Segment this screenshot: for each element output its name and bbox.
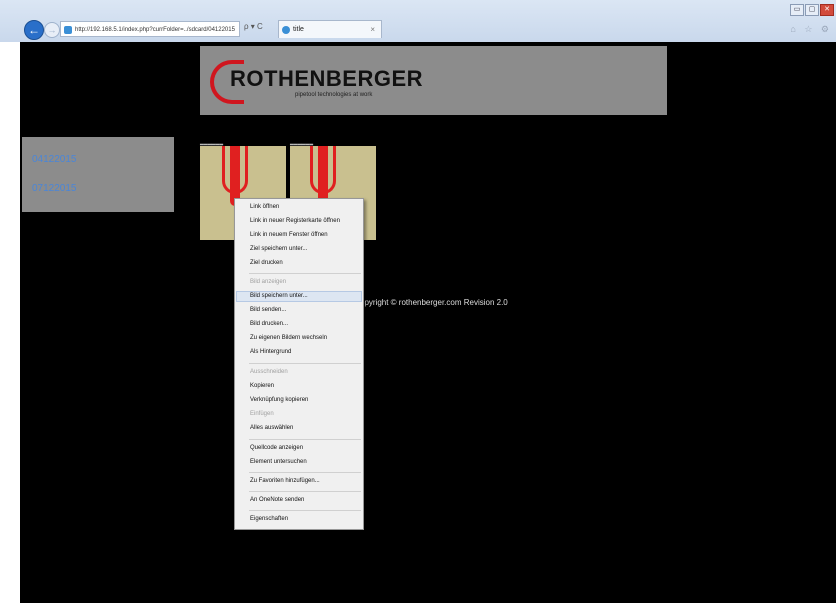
window-controls: ▭ ▢ ✕: [789, 4, 834, 16]
menu-item-kopieren[interactable]: Kopieren: [250, 383, 274, 389]
tab-close-icon[interactable]: ×: [370, 21, 375, 39]
menu-item-eigenschaften[interactable]: Eigenschaften: [250, 516, 288, 522]
menu-separator: [249, 491, 361, 492]
menu-item-link-oeffnen[interactable]: Link öffnen: [250, 204, 279, 210]
page-viewport: ROTHENBERGER pipetool technologies at wo…: [20, 42, 836, 603]
folder-link[interactable]: 07122015: [32, 183, 77, 194]
forward-button[interactable]: →: [44, 22, 60, 38]
browser-toolbar: ← → http://192.168.5.1/index.php?currFol…: [0, 0, 836, 42]
menu-item-onenote[interactable]: An OneNote senden: [250, 497, 304, 503]
brand-tagline: pipetool technologies at work: [295, 92, 373, 98]
site-icon: [64, 26, 72, 34]
menu-item-favoriten[interactable]: Zu Favoriten hinzufügen...: [250, 478, 320, 484]
menu-item-bild-drucken[interactable]: Bild drucken...: [250, 321, 288, 327]
folder-list: 04122015 07122015: [22, 137, 174, 212]
menu-item-einfuegen: Einfügen: [250, 411, 274, 417]
menu-item-link-neue-registerkarte[interactable]: Link in neuer Registerkarte öffnen: [250, 218, 340, 224]
menu-item-eigene-bilder[interactable]: Zu eigenen Bildern wechseln: [250, 335, 327, 341]
ie-icon: [282, 26, 290, 34]
menu-item-ziel-drucken[interactable]: Ziel drucken: [250, 260, 283, 266]
menu-separator: [249, 273, 361, 274]
tab-label: title: [293, 26, 304, 33]
menu-item-element-untersuchen[interactable]: Element untersuchen: [250, 459, 307, 465]
arrow-left-icon: ←: [28, 23, 40, 37]
pipe-image: [222, 146, 248, 194]
folder-link[interactable]: 04122015: [32, 154, 77, 165]
arrow-right-icon: →: [47, 25, 57, 35]
address-url: http://192.168.5.1/index.php?currFolder=…: [75, 27, 235, 33]
menu-separator: [249, 472, 361, 473]
home-star-gear-icon[interactable]: ⌂ ☆ ⚙: [790, 24, 832, 35]
menu-item-alles-auswaehlen[interactable]: Alles auswählen: [250, 425, 293, 431]
menu-item-bild-anzeigen: Bild anzeigen: [250, 279, 287, 285]
menu-item-ausschneiden: Ausschneiden: [250, 369, 288, 375]
menu-item-ziel-speichern[interactable]: Ziel speichern unter...: [250, 246, 307, 252]
back-button[interactable]: ←: [24, 20, 44, 40]
brand-logo: ROTHENBERGER: [230, 66, 424, 91]
menu-separator: [249, 439, 361, 440]
menu-item-bild-speichern[interactable]: Bild speichern unter...: [250, 293, 308, 299]
header-banner: ROTHENBERGER pipetool technologies at wo…: [200, 46, 667, 115]
pipe-image: [310, 146, 336, 194]
menu-item-verknuepfung-kopieren[interactable]: Verknüpfung kopieren: [250, 397, 308, 403]
maximize-button[interactable]: ▢: [805, 4, 819, 16]
menu-separator: [249, 510, 361, 511]
address-bar[interactable]: http://192.168.5.1/index.php?currFolder=…: [60, 21, 240, 37]
menu-item-link-neues-fenster[interactable]: Link in neuem Fenster öffnen: [250, 232, 328, 238]
tab-title[interactable]: title ×: [278, 20, 382, 38]
menu-separator: [249, 363, 361, 364]
copyright-text: opyright © rothenberger.com Revision 2.0: [360, 298, 508, 307]
menu-item-quellcode[interactable]: Quellcode anzeigen: [250, 445, 303, 451]
search-refresh-icon[interactable]: ρ ▾ C: [244, 22, 263, 31]
close-window-button[interactable]: ✕: [820, 4, 834, 16]
menu-item-als-hintergrund[interactable]: Als Hintergrund: [250, 349, 291, 355]
context-menu: Link öffnen Link in neuer Registerkarte …: [234, 198, 364, 530]
menu-item-bild-senden[interactable]: Bild senden...: [250, 307, 286, 313]
minimize-button[interactable]: ▭: [790, 4, 804, 16]
